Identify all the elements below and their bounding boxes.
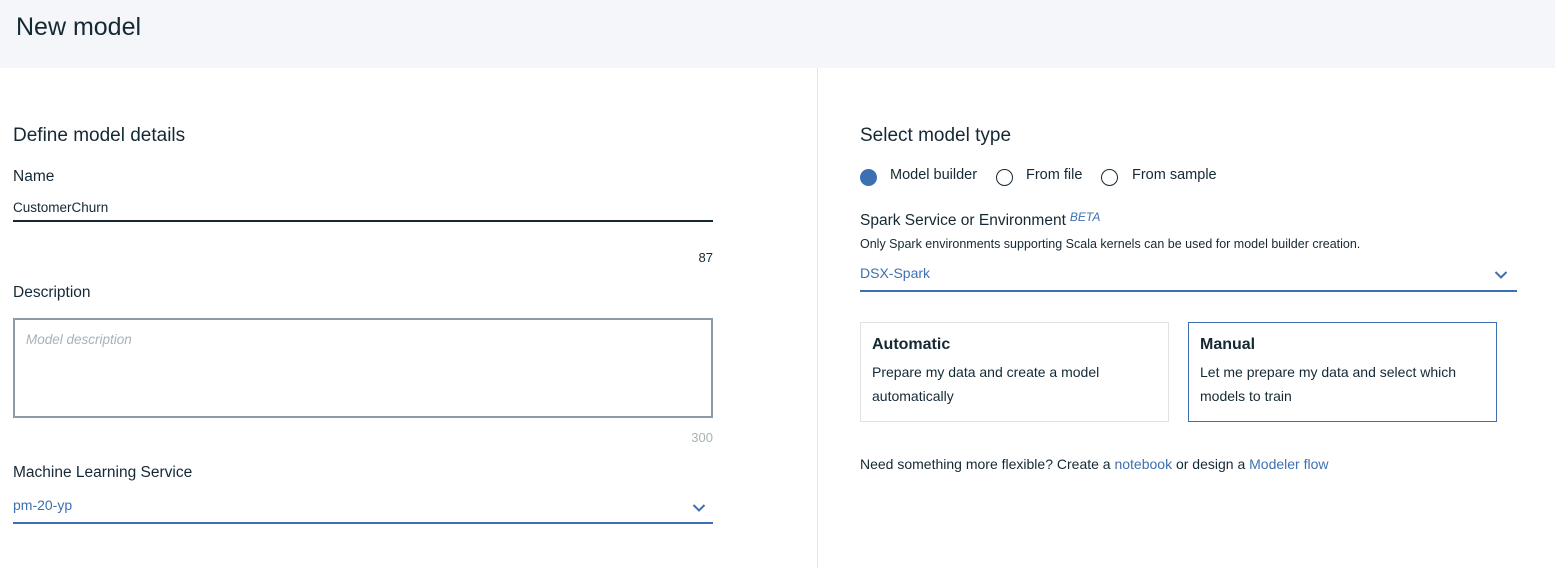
description-label: Description	[13, 284, 91, 301]
spark-service-select[interactable]: DSX-Spark	[860, 262, 1517, 292]
page-header: New model	[0, 0, 1555, 68]
tile-description-line: Prepare my data and create a model	[872, 364, 1100, 380]
name-char-counter: 87	[698, 250, 713, 265]
flexible-options-text: Need something more flexible? Create a n…	[860, 456, 1329, 472]
tile-description-line: models to train	[1200, 388, 1292, 404]
notebook-link[interactable]: notebook	[1114, 456, 1172, 472]
tile-description: Let me prepare my data and select which …	[1200, 360, 1485, 408]
ml-service-select[interactable]: pm-20-yp	[13, 494, 713, 524]
page-title: New model	[16, 13, 142, 41]
ml-service-value: pm-20-yp	[13, 497, 73, 513]
chevron-down-icon	[1494, 271, 1508, 279]
radio-from-file[interactable]: From file	[996, 166, 1096, 188]
tile-description-line: Let me prepare my data and select which	[1200, 364, 1457, 380]
radio-label: From sample	[1132, 167, 1217, 183]
radio-checked-icon	[860, 169, 877, 186]
radio-model-builder[interactable]: Model builder	[860, 166, 985, 188]
beta-badge: BETA	[1069, 210, 1101, 224]
description-textarea[interactable]	[13, 318, 713, 418]
chevron-down-icon	[692, 504, 706, 512]
tile-manual[interactable]: Manual Let me prepare my data and select…	[1188, 322, 1497, 422]
spark-helper-text: Only Spark environments supporting Scala…	[860, 237, 1361, 251]
tile-title: Manual	[1200, 336, 1256, 353]
tile-automatic[interactable]: Automatic Prepare my data and create a m…	[860, 322, 1169, 422]
modeler-flow-link[interactable]: Modeler flow	[1249, 456, 1328, 472]
name-input[interactable]	[13, 195, 713, 222]
radio-label: Model builder	[890, 167, 978, 183]
column-divider	[817, 68, 818, 568]
radio-unchecked-icon	[996, 169, 1013, 186]
model-type-radio-group: Model builder From file From sample	[860, 166, 1280, 188]
footer-middle: or design a	[1172, 456, 1250, 472]
spark-service-value: DSX-Spark	[860, 265, 931, 281]
radio-unchecked-icon	[1101, 169, 1118, 186]
radio-label: From file	[1026, 167, 1083, 183]
define-details-title: Define model details	[13, 125, 186, 146]
tile-description-line: automatically	[872, 388, 954, 404]
ml-service-label: Machine Learning Service	[13, 464, 193, 481]
spark-service-label-text: Spark Service or Environment	[860, 212, 1066, 229]
footer-prefix: Need something more flexible? Create a	[860, 456, 1115, 472]
spark-service-label: Spark Service or Environment BETA	[860, 210, 1100, 230]
tile-title: Automatic	[872, 336, 951, 353]
description-char-counter: 300	[691, 430, 713, 445]
select-model-type-title: Select model type	[860, 125, 1012, 146]
radio-from-sample[interactable]: From sample	[1101, 166, 1221, 188]
tile-description: Prepare my data and create a model autom…	[872, 360, 1157, 408]
name-label: Name	[13, 168, 55, 185]
